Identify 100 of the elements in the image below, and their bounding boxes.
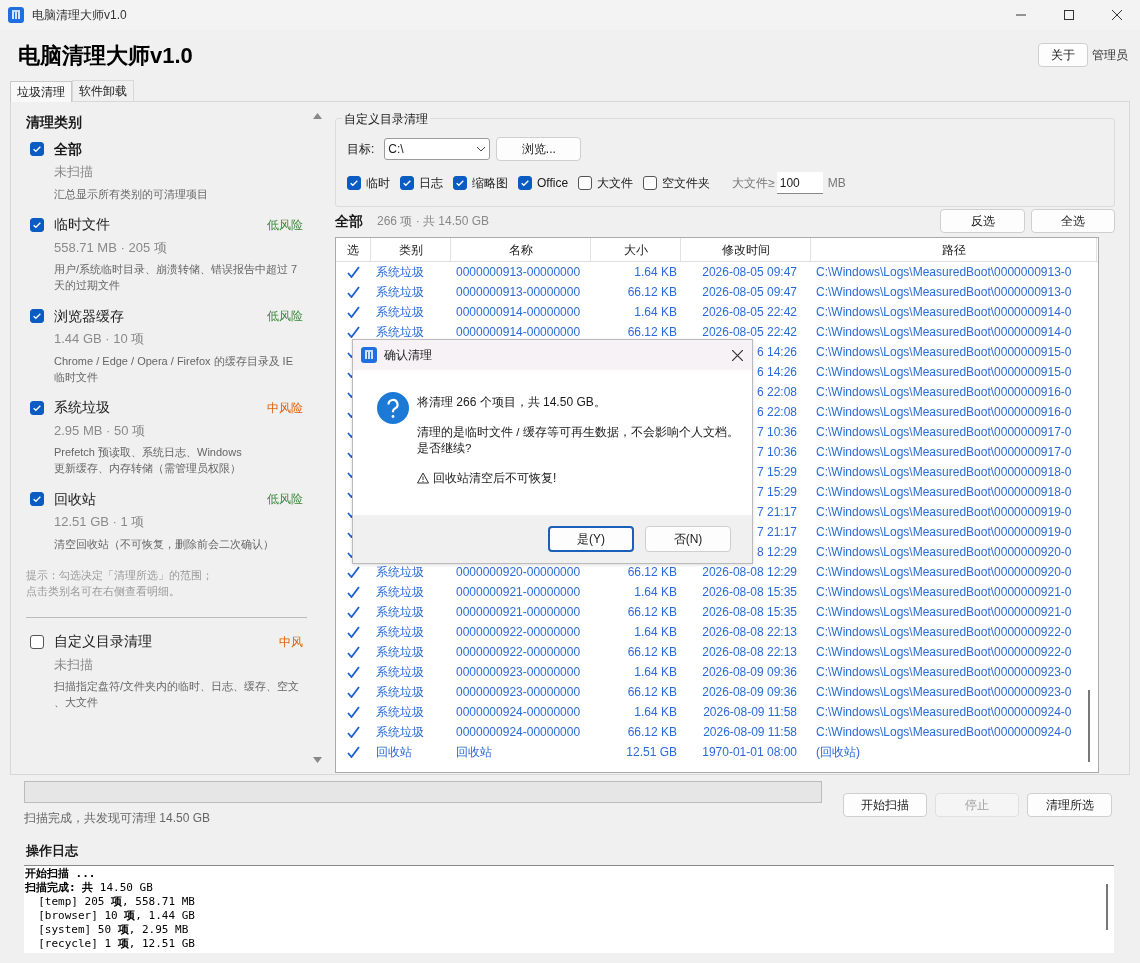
app-icon bbox=[8, 7, 24, 23]
check-icon[interactable] bbox=[347, 306, 360, 318]
checkbox[interactable] bbox=[30, 400, 44, 415]
table-cell: C:\Windows\Logs\MeasuredBoot\0000000921-0 bbox=[816, 605, 1072, 619]
action-button[interactable]: 开始扫描 bbox=[843, 793, 927, 817]
close-icon[interactable] bbox=[732, 349, 743, 361]
column-header[interactable]: 大小 bbox=[591, 238, 681, 261]
option-label[interactable]: 日志 bbox=[419, 174, 443, 192]
table-cell: 12.51 GB bbox=[626, 745, 677, 759]
checkbox[interactable] bbox=[400, 176, 414, 190]
table-cell: C:\Windows\Logs\MeasuredBoot\0000000920-0 bbox=[816, 565, 1072, 579]
checkbox[interactable] bbox=[30, 217, 44, 232]
maximize-icon[interactable] bbox=[1064, 10, 1074, 20]
option-label[interactable]: 缩略图 bbox=[472, 174, 508, 192]
browse-button[interactable]: 浏览... bbox=[496, 137, 582, 161]
category-name[interactable]: 自定义目录清理 bbox=[54, 631, 152, 652]
select-all-button[interactable]: 全选 bbox=[1031, 209, 1115, 233]
window-title: 电脑清理大师v1.0 bbox=[32, 7, 127, 24]
check-icon[interactable] bbox=[347, 746, 360, 758]
log-line: [browser] 10 项, 1.44 GB bbox=[37, 908, 196, 923]
check-icon[interactable] bbox=[347, 626, 360, 638]
option-label[interactable]: 临时 bbox=[366, 174, 390, 192]
category-name[interactable]: 浏览器缓存 bbox=[54, 305, 124, 327]
table-cell: C:\Windows\Logs\MeasuredBoot\0000000922-0 bbox=[816, 645, 1072, 659]
checkbox[interactable] bbox=[453, 176, 467, 190]
table-cell: 1.64 KB bbox=[634, 665, 677, 679]
risk-label: 低风险 bbox=[267, 491, 303, 508]
category-description: 汇总显示所有类别的可清理项目 bbox=[54, 186, 209, 202]
option-label[interactable]: Office bbox=[537, 174, 569, 192]
column-header[interactable]: 修改时间 bbox=[681, 238, 811, 261]
option-label[interactable]: 大文件 bbox=[597, 174, 634, 192]
checkbox[interactable] bbox=[30, 492, 44, 506]
check-icon[interactable] bbox=[347, 686, 360, 698]
tab[interactable]: 垃圾清理 bbox=[10, 81, 72, 102]
table-cell: 7 10:36 bbox=[756, 425, 797, 439]
table-cell: 66.12 KB bbox=[627, 685, 677, 699]
table-cell: 2026-08-08 12:29 bbox=[702, 565, 797, 579]
table-cell: C:\Windows\Logs\MeasuredBoot\0000000913-0 bbox=[816, 265, 1072, 279]
table-cell: 系统垃圾 bbox=[376, 305, 424, 319]
checkbox[interactable] bbox=[30, 634, 44, 649]
action-button[interactable]: 清理所选 bbox=[1027, 793, 1112, 817]
table-cell: 2026-08-08 22:13 bbox=[702, 645, 797, 659]
table-cell: C:\Windows\Logs\MeasuredBoot\0000000922-0 bbox=[816, 625, 1072, 639]
table-cell: 1.64 KB bbox=[634, 265, 677, 279]
about-button[interactable]: 关于 bbox=[1038, 43, 1088, 67]
table-cell: 1970-01-01 08:00 bbox=[702, 745, 797, 759]
check-icon[interactable] bbox=[347, 326, 360, 338]
table-cell: 0000000913-00000000 bbox=[456, 285, 581, 299]
table-cell: 系统垃圾 bbox=[376, 645, 424, 659]
checkbox[interactable] bbox=[30, 142, 44, 156]
table-cell: 6 14:26 bbox=[756, 345, 797, 359]
dialog-button[interactable]: 否(N) bbox=[645, 526, 731, 552]
checkbox[interactable] bbox=[347, 176, 361, 190]
option-label[interactable]: 空文件夹 bbox=[662, 174, 711, 192]
table-cell: 0000000923-00000000 bbox=[456, 665, 581, 679]
risk-label: 低风险 bbox=[267, 216, 303, 234]
table-cell: 2026-08-05 22:42 bbox=[702, 325, 797, 339]
category-description: 用户/系统临时目录、崩溃转储、错误报告中超过 7 天的过期文件 bbox=[54, 262, 299, 293]
checkbox[interactable] bbox=[578, 176, 593, 190]
check-icon bbox=[349, 178, 359, 188]
dialog-button[interactable]: 是(Y) bbox=[548, 526, 634, 552]
table-cell: C:\Windows\Logs\MeasuredBoot\0000000923-0 bbox=[816, 665, 1072, 679]
column-header[interactable]: 名称 bbox=[451, 238, 591, 261]
check-icon[interactable] bbox=[347, 646, 360, 658]
scroll-up-icon[interactable] bbox=[312, 112, 322, 119]
check-icon[interactable] bbox=[347, 566, 360, 578]
category-name[interactable]: 全部 bbox=[54, 138, 82, 160]
check-icon bbox=[455, 178, 465, 188]
column-header[interactable]: 路径 bbox=[811, 238, 1097, 261]
size-input[interactable]: 100 bbox=[776, 172, 823, 194]
check-icon[interactable] bbox=[347, 706, 360, 718]
checkbox[interactable] bbox=[643, 176, 658, 190]
close-icon[interactable] bbox=[1112, 10, 1122, 20]
check-icon[interactable] bbox=[347, 586, 360, 598]
table-cell: 2026-08-09 11:58 bbox=[703, 705, 797, 719]
target-dropdown[interactable]: C:\ bbox=[384, 138, 491, 160]
check-icon[interactable] bbox=[347, 726, 360, 738]
table-cell: 2026-08-05 09:47 bbox=[702, 285, 797, 299]
table-cell: 0000000921-00000000 bbox=[456, 605, 581, 619]
tab[interactable]: 软件卸载 bbox=[72, 80, 134, 101]
check-icon[interactable] bbox=[347, 286, 360, 298]
category-name[interactable]: 系统垃圾 bbox=[54, 397, 110, 418]
table-cell: 66.12 KB bbox=[627, 605, 677, 619]
table-cell: C:\Windows\Logs\MeasuredBoot\0000000916-0 bbox=[816, 405, 1072, 419]
check-icon[interactable] bbox=[347, 606, 360, 618]
table-cell: 0000000921-00000000 bbox=[456, 585, 581, 599]
category-name[interactable]: 临时文件 bbox=[54, 214, 110, 235]
column-header[interactable]: 选 bbox=[336, 238, 371, 261]
invert-selection-button[interactable]: 反选 bbox=[940, 209, 1025, 233]
table-cell: 系统垃圾 bbox=[376, 265, 424, 279]
checkbox[interactable] bbox=[518, 176, 532, 190]
checkbox[interactable] bbox=[30, 309, 44, 323]
table-cell: C:\Windows\Logs\MeasuredBoot\0000000915-0 bbox=[816, 365, 1072, 379]
category-name[interactable]: 回收站 bbox=[54, 488, 96, 510]
column-header[interactable]: 类别 bbox=[371, 238, 451, 261]
category-description: 扫描指定盘符/文件夹内的临时、日志、缓存、空文、大文件 bbox=[54, 679, 301, 710]
check-icon[interactable] bbox=[347, 266, 360, 278]
check-icon[interactable] bbox=[347, 666, 360, 678]
table-cell: 1.64 KB bbox=[634, 585, 677, 599]
scroll-down-icon[interactable] bbox=[312, 757, 322, 764]
